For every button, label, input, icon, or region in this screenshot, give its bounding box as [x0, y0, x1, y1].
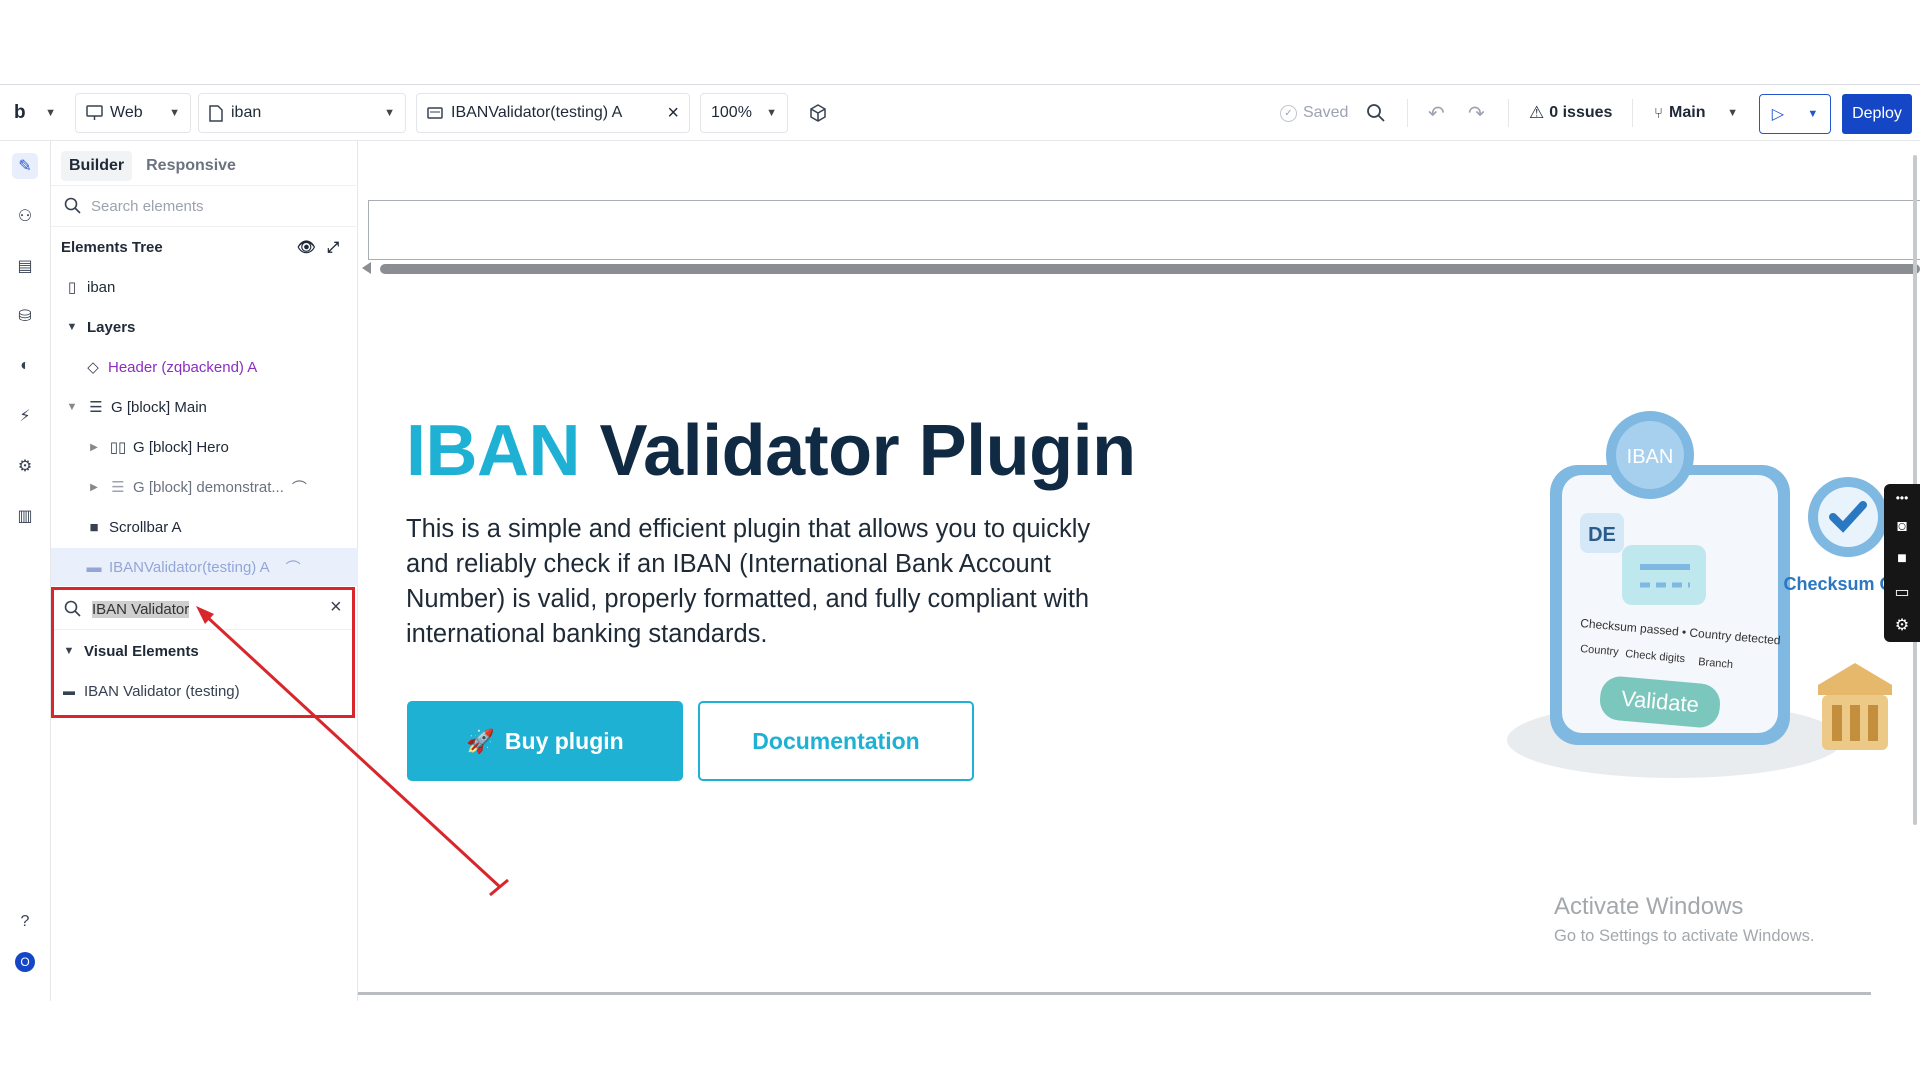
annotation-arrow — [196, 606, 509, 897]
app-window: { "toolbar": { "logo": "b", "platform": … — [0, 0, 1920, 1080]
